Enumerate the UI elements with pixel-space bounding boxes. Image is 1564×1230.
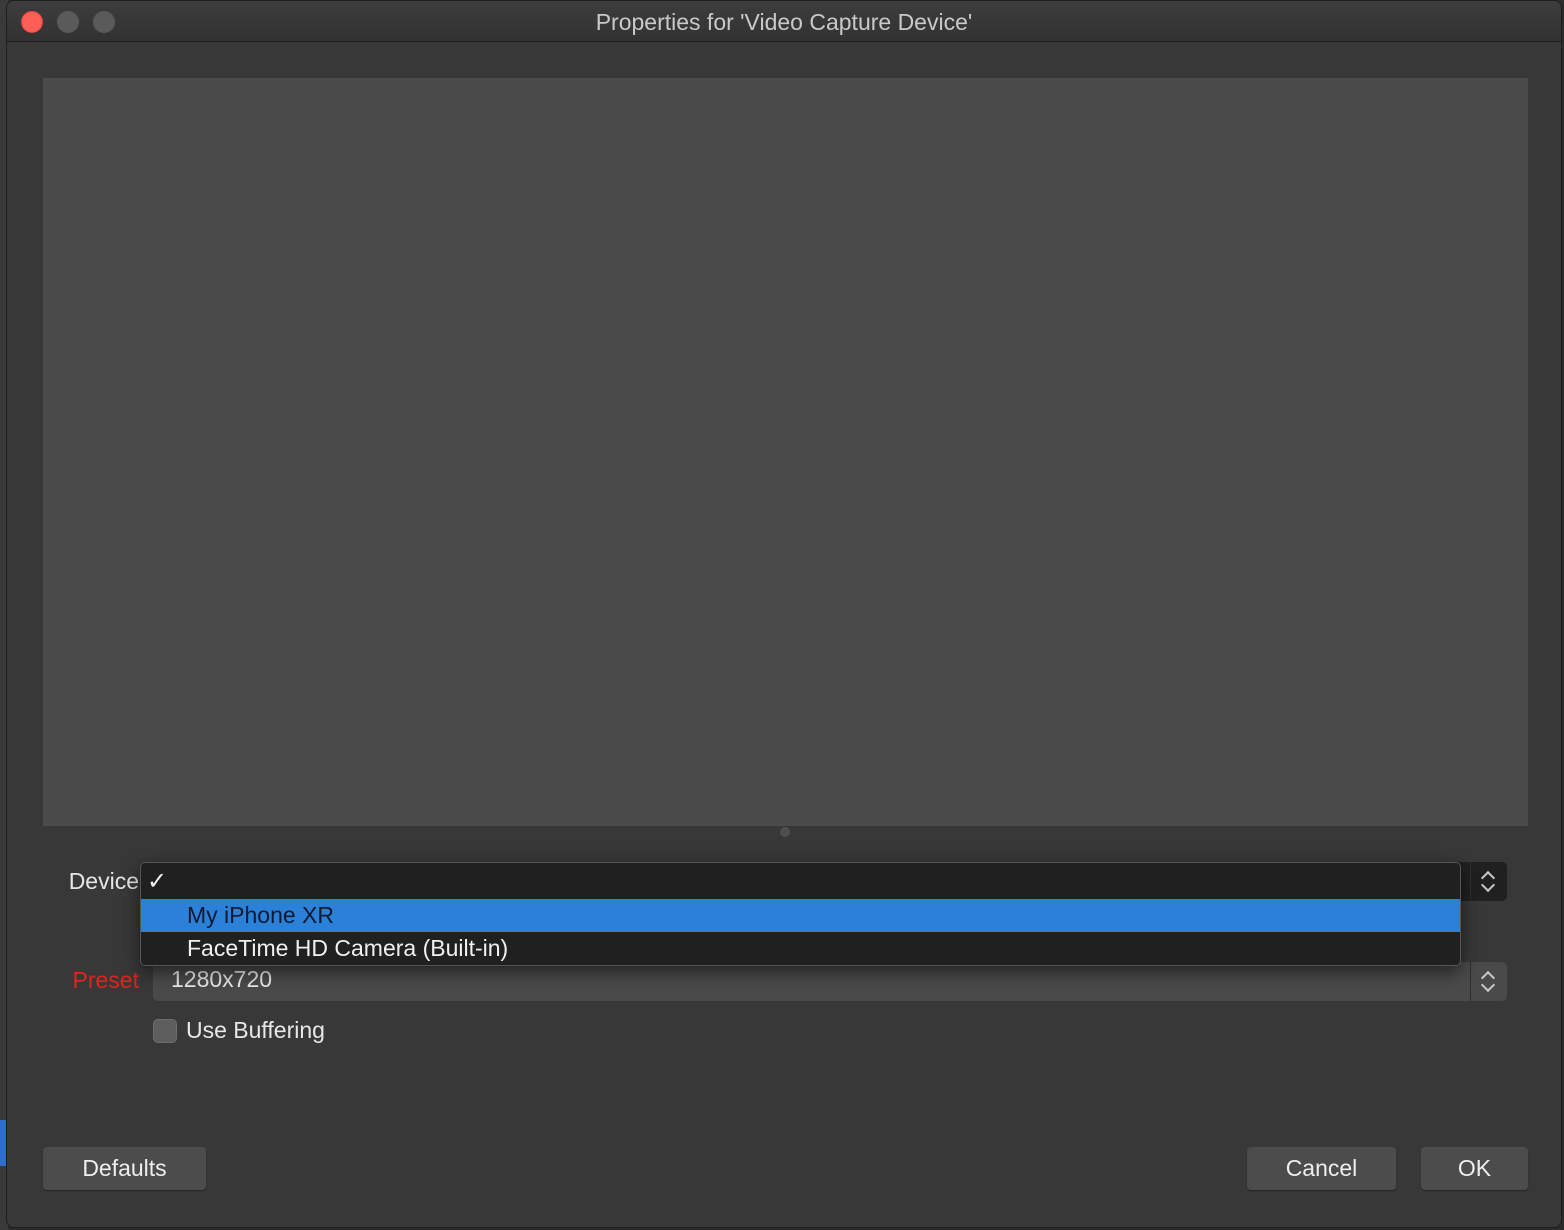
dropdown-item-my-iphone-xr[interactable]: My iPhone XR (141, 899, 1460, 932)
use-buffering-checkbox[interactable] (153, 1019, 177, 1043)
properties-dialog: Properties for 'Video Capture Device' De… (6, 0, 1562, 1228)
title-bar: Properties for 'Video Capture Device' (7, 1, 1561, 42)
ok-button[interactable]: OK (1421, 1147, 1528, 1190)
defaults-button[interactable]: Defaults (43, 1147, 206, 1190)
dropdown-item-label: FaceTime HD Camera (Built-in) (187, 935, 509, 961)
splitter-handle[interactable] (780, 827, 790, 837)
checkmark-icon: ✓ (147, 868, 168, 895)
device-select-stepper[interactable] (1470, 862, 1507, 901)
use-buffering-label[interactable]: Use Buffering (186, 1017, 325, 1044)
dropdown-item-current[interactable]: ✓ (141, 865, 1460, 898)
device-dropdown-menu: ✓ My iPhone XR FaceTime HD Camera (Built… (140, 862, 1461, 966)
device-label: Device (68, 868, 139, 894)
preset-select[interactable]: 1280x720 (153, 962, 1507, 1001)
video-preview-area (43, 78, 1528, 826)
dropdown-item-label: My iPhone XR (187, 902, 335, 928)
preset-select-value: 1280x720 (171, 966, 273, 992)
preset-label: Preset (72, 967, 139, 993)
preset-select-stepper[interactable] (1470, 962, 1507, 1001)
window-title: Properties for 'Video Capture Device' (595, 9, 973, 35)
cancel-button[interactable]: Cancel (1247, 1147, 1396, 1190)
dropdown-item-facetime-hd-camera[interactable]: FaceTime HD Camera (Built-in) (141, 932, 1460, 965)
